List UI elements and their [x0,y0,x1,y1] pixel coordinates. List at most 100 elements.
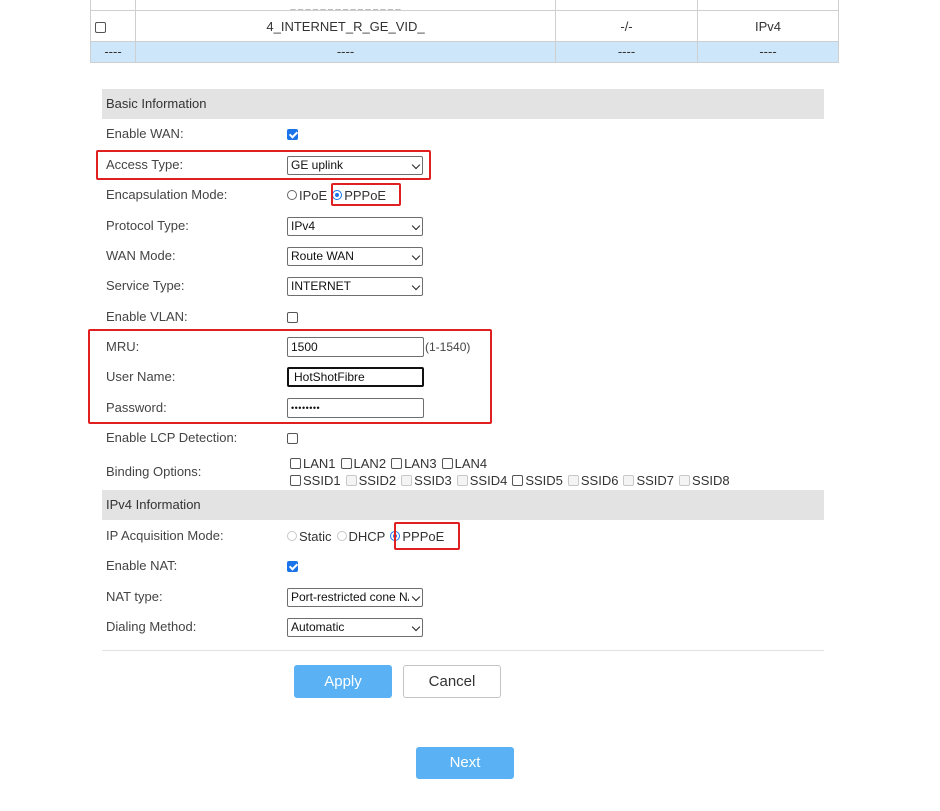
ip-acquisition-label: IP Acquisition Mode: [106,528,224,543]
ip-mode-dhcp-option: DHCP [336,529,385,544]
binding-ssid2: SSID2 [345,472,397,488]
ssid4-checkbox [456,474,468,486]
ssid7-label: SSID7 [636,472,675,488]
table-cell [555,0,698,11]
enable-vlan-label: Enable VLAN: [106,309,188,324]
protocol-cell: IPv4 [697,10,839,42]
binding-options-row: Binding Options: LAN1 LAN2 LAN3 LAN4 SSI… [102,455,824,489]
credentials-highlight [88,329,492,424]
service-type-select[interactable]: INTERNET [287,276,423,296]
ssid6-label: SSID6 [580,472,619,488]
enable-wan-checkbox[interactable] [287,128,298,140]
ssid7-checkbox [623,474,635,486]
lan-binding-group: LAN1 LAN2 LAN3 LAN4 [290,455,810,471]
next-button[interactable]: Next [416,747,514,779]
table-cell [90,0,136,11]
ssid8-label: SSID8 [692,472,730,488]
binding-ssid8: SSID8 [679,473,730,488]
cancel-button[interactable]: Cancel [403,665,501,698]
ssid5-checkbox[interactable] [512,474,524,486]
service-type-row: Service Type: INTERNET [102,271,824,301]
row-select-cell [90,10,136,42]
lan3-checkbox[interactable] [391,457,403,469]
table-cell: _ _ _ _ _ _ _ _ _ _ _ _ _ _ _ [135,0,556,11]
ip-acquisition-row: IP Acquisition Mode: Static DHCP PPPoE [102,521,824,551]
binding-lan1[interactable]: LAN1 [290,456,336,471]
dialing-method-label: Dialing Method: [106,619,197,634]
form-divider [102,650,824,651]
enable-wan-label: Enable WAN: [106,126,184,141]
binding-ssid4: SSID4 [456,472,508,488]
encapsulation-ipoe-option[interactable]: IPoE [287,188,327,203]
binding-lan3[interactable]: LAN3 [391,456,437,471]
enable-nat-checkbox[interactable] [287,560,298,572]
apply-button[interactable]: Apply [294,665,392,698]
wan-mode-value: Route WAN [291,248,354,263]
enable-vlan-row: Enable VLAN: [102,302,824,332]
nat-type-label: NAT type: [106,589,163,604]
table-row: ---- ---- ---- ---- [90,41,839,63]
ssid3-checkbox [401,474,413,486]
chevron-down-icon [411,592,421,601]
table-cell [697,0,839,11]
enable-vlan-checkbox[interactable] [287,311,298,323]
table-cell: ---- [697,41,839,63]
chevron-down-icon [411,281,421,290]
row-select-checkbox[interactable] [95,21,106,33]
lan4-label: LAN4 [454,455,488,471]
ipv4-info-header: IPv4 Information [102,490,824,520]
table-cell: ---- [90,41,136,63]
lan2-checkbox[interactable] [340,457,352,469]
binding-ssid5[interactable]: SSID5 [512,473,563,488]
vlan-cell: -/- [555,10,698,42]
ssid3-label: SSID3 [414,472,452,488]
table-cell: ---- [555,41,698,63]
protocol-type-label: Protocol Type: [106,218,189,233]
dialing-method-value: Automatic [291,619,345,634]
ip-mode-static-option: Static [287,529,332,544]
dialing-method-select[interactable]: Automatic [287,617,423,637]
binding-options-label: Binding Options: [106,464,202,479]
enable-lcp-checkbox[interactable] [287,432,298,444]
binding-lan4[interactable]: LAN4 [441,455,488,471]
binding-ssid3: SSID3 [401,473,452,488]
ip-mode-pppoe-highlight [394,522,460,550]
service-type-value: INTERNET [291,278,351,293]
protocol-type-select[interactable]: IPv4 [287,216,423,236]
dialing-method-row: Dialing Method: Automatic [102,612,824,642]
lan1-checkbox[interactable] [290,457,301,469]
enable-lcp-row: Enable LCP Detection: [102,423,824,453]
ssid6-checkbox [567,474,579,486]
table-cell: ---- [135,41,556,63]
enable-wan-row: Enable WAN: [102,119,824,149]
ssid2-checkbox [345,474,357,486]
binding-ssid1[interactable]: SSID1 [290,473,341,488]
binding-lan2[interactable]: LAN2 [340,456,386,471]
table-row[interactable]: 4_INTERNET_R_GE_VID_ -/- IPv4 [90,10,839,42]
nat-type-row: NAT type: Port-restricted cone NAT [102,582,824,612]
ssid4-label: SSID4 [469,472,508,488]
access-type-highlight [96,150,431,180]
ssid1-label: SSID1 [303,472,341,488]
static-label: Static [299,528,332,544]
service-type-label: Service Type: [106,278,185,293]
encapsulation-row: Encapsulation Mode: IPoE PPPoE [102,180,824,210]
encapsulation-pppoe-highlight [331,183,401,206]
ssid-binding-group: SSID1 SSID2 SSID3 SSID4 SSID5 SSID6 SSID… [290,471,810,489]
protocol-type-value: IPv4 [291,218,316,233]
wan-connection-table: _ _ _ _ _ _ _ _ _ _ _ _ _ _ _ 4_INTERNET… [90,0,839,63]
ssid8-checkbox [679,474,691,486]
ssid2-label: SSID2 [358,472,397,488]
wan-mode-select[interactable]: Route WAN [287,246,423,266]
nat-type-select[interactable]: Port-restricted cone NAT [287,587,423,607]
lan4-checkbox[interactable] [441,457,453,469]
wan-name-cell: 4_INTERNET_R_GE_VID_ [135,10,556,42]
chevron-down-icon [411,622,421,631]
protocol-type-row: Protocol Type: IPv4 [102,211,824,241]
nat-type-value: Port-restricted cone NAT [291,589,409,604]
encapsulation-label: Encapsulation Mode: [106,187,228,202]
enable-nat-label: Enable NAT: [106,558,178,573]
ssid1-checkbox[interactable] [290,474,301,486]
ipoe-radio[interactable] [287,190,297,200]
enable-nat-row: Enable NAT: [102,551,824,581]
